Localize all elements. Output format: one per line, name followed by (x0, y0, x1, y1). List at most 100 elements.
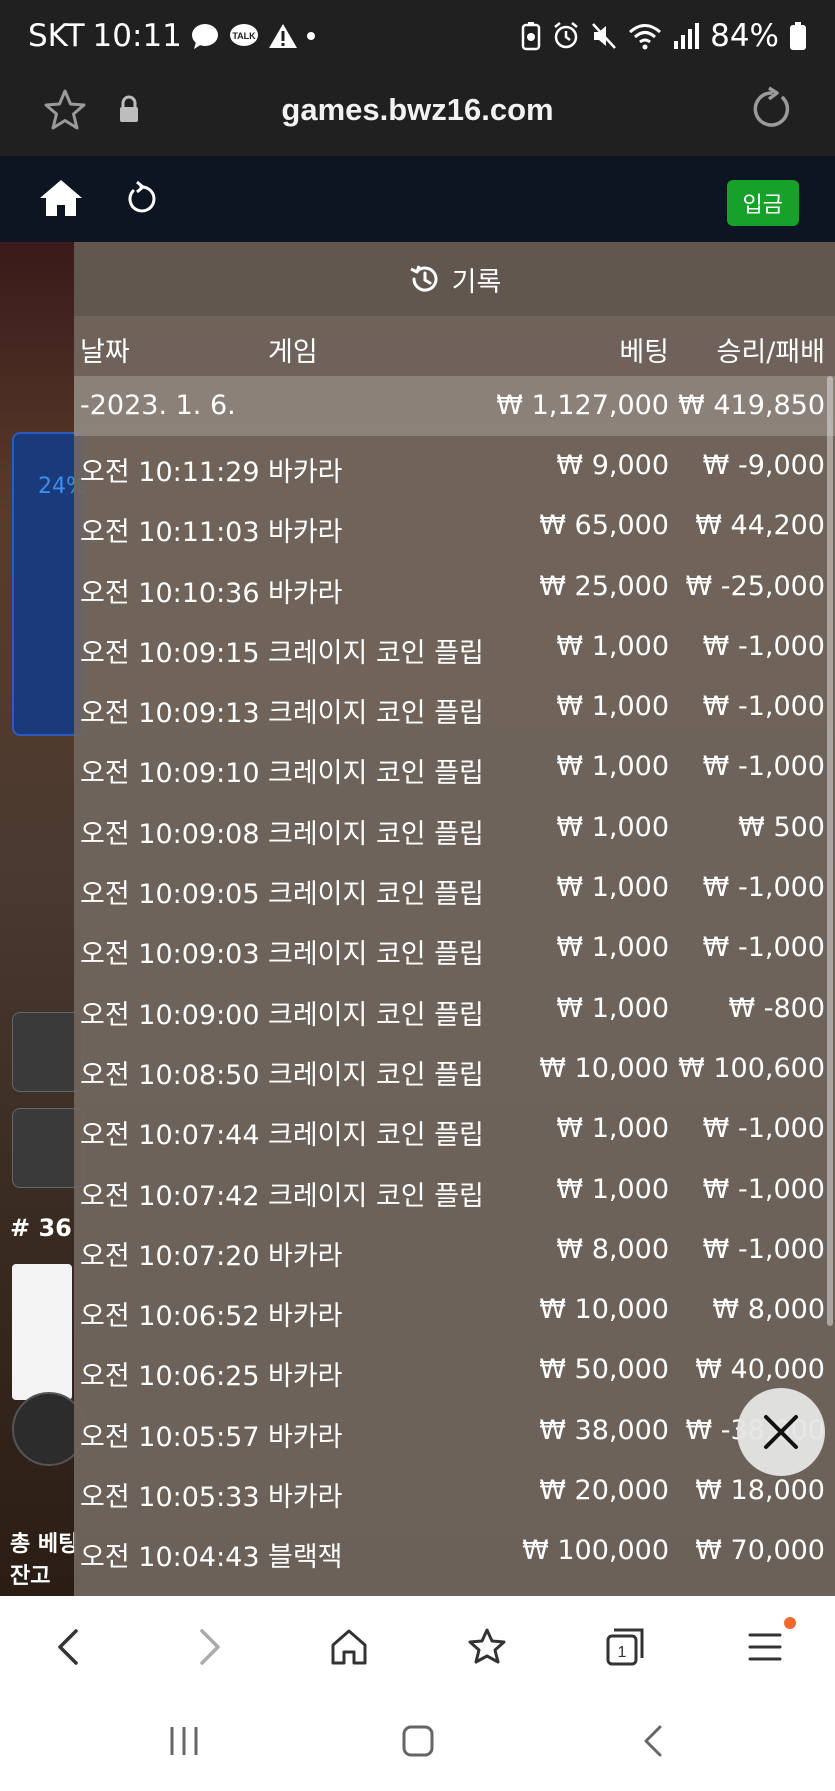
history-icon (409, 265, 438, 292)
row-game: 바카라 (268, 1301, 343, 1333)
refresh-icon[interactable] (124, 180, 158, 216)
row-bet: ₩ 8,000 (556, 1233, 669, 1265)
row-time: 오전 10:08:50 (80, 1059, 260, 1091)
row-result: ₩ 8,000 (712, 1294, 825, 1326)
recent-apps-icon[interactable] (166, 1723, 202, 1759)
history-row[interactable]: 오전 10:11:03 바카라 ₩ 65,000 ₩ 44,200 (74, 496, 835, 556)
row-bet: ₩ 65,000 (539, 510, 669, 542)
browser-url-bar: games.bwz16.com (0, 72, 835, 156)
row-time: 오전 10:05:33 (80, 1482, 260, 1514)
tabs-button[interactable]: 1 (600, 1622, 650, 1672)
row-game: 크레이지 코인 플립 (268, 698, 484, 730)
history-row[interactable]: 오전 10:09:15 크레이지 코인 플립 ₩ 1,000 ₩ -1,000 (74, 617, 835, 677)
bead-road (12, 1264, 72, 1400)
history-title-bar: 기록 (74, 242, 835, 316)
signal-icon (674, 23, 700, 49)
status-bar: SKT 10:11 TALK 84% (0, 0, 835, 72)
row-game: 크레이지 코인 플립 (268, 758, 484, 790)
history-row[interactable]: 오전 10:09:05 크레이지 코인 플립 ₩ 1,000 ₩ -1,000 (74, 858, 835, 918)
row-bet: ₩ 25,000 (539, 570, 669, 602)
game-nav-bar: 입금 (0, 156, 835, 242)
deposit-button[interactable]: 입금 (726, 180, 799, 226)
header-result: 승리/패배 (716, 337, 825, 368)
forward-button[interactable] (184, 1622, 234, 1672)
history-row[interactable]: 오전 10:11:29 바카라 ₩ 9,000 ₩ -9,000 (74, 436, 835, 496)
row-time: 오전 10:04:43 (80, 1542, 260, 1574)
row-bet: ₩ 9,000 (556, 450, 669, 481)
row-result: ₩ 100,600 (678, 1052, 825, 1084)
row-result: ₩ 70,000 (695, 1535, 825, 1567)
row-game: 바카라 (268, 517, 343, 549)
house-icon (331, 1629, 367, 1665)
history-row[interactable]: 오전 10:06:25 바카라 ₩ 50,000 ₩ 40,000 (74, 1340, 835, 1400)
row-result: ₩ -1,000 (702, 932, 825, 964)
row-result: ₩ -1,000 (702, 1233, 825, 1265)
history-row[interactable]: 오전 10:09:08 크레이지 코인 플립 ₩ 1,000 ₩ 500 (74, 798, 835, 858)
status-right: 84% (520, 18, 807, 54)
history-row[interactable]: 오전 10:07:20 바카라 ₩ 8,000 ₩ -1,000 (74, 1220, 835, 1280)
row-game: 바카라 (268, 1482, 343, 1514)
back-button[interactable] (44, 1622, 94, 1672)
history-row[interactable]: 오전 10:10:36 바카라 ₩ 25,000 ₩ -25,000 (74, 557, 835, 617)
close-button[interactable] (737, 1388, 825, 1476)
row-bet: ₩ 1,000 (556, 1113, 669, 1145)
url-text[interactable]: games.bwz16.com (0, 92, 835, 128)
row-result: ₩ -25,000 (685, 570, 826, 602)
row-bet: ₩ 1,000 (556, 630, 669, 662)
reload-icon[interactable] (747, 86, 793, 132)
history-row[interactable]: 오전 10:09:13 크레이지 코인 플립 ₩ 1,000 ₩ -1,000 (74, 677, 835, 737)
row-bet: ₩ 1,000 (556, 932, 669, 964)
row-bet: ₩ 1,000 (556, 811, 669, 843)
row-game: 크레이지 코인 플립 (268, 999, 484, 1031)
history-row[interactable]: 오전 10:07:44 크레이지 코인 플립 ₩ 1,000 ₩ -1,000 (74, 1099, 835, 1159)
system-nav-bar (0, 1693, 835, 1791)
warning-icon (268, 24, 297, 48)
notification-dot (784, 1617, 796, 1629)
row-result: ₩ -1,000 (702, 751, 825, 783)
row-time: 오전 10:09:03 (80, 939, 260, 971)
mute-icon (592, 23, 617, 49)
row-game: 크레이지 코인 플립 (268, 1120, 484, 1152)
status-left: SKT 10:11 TALK (28, 18, 316, 54)
history-row[interactable]: 오전 10:04:43 블랙잭 ₩ 100,000 ₩ 70,000 (74, 1521, 835, 1581)
history-row[interactable]: 오전 10:08:50 크레이지 코인 플립 ₩ 10,000 ₩ 100,600 (74, 1039, 835, 1099)
alarm-icon (554, 22, 578, 49)
summary-date: -2023. 1. 6. (80, 390, 236, 421)
row-result: ₩ 18,000 (695, 1475, 825, 1507)
row-game: 바카라 (268, 457, 343, 488)
history-row[interactable]: 오전 10:05:57바카라₩ 38,000₩ -38,000 (74, 1401, 835, 1461)
row-game: 바카라 (268, 577, 343, 609)
row-time: 오전 10:05:57 (80, 1421, 260, 1453)
clock: 10:11 (92, 18, 182, 54)
scrollbar[interactable] (827, 376, 833, 1326)
row-bet: ₩ 50,000 (539, 1354, 669, 1386)
home-icon[interactable] (38, 178, 84, 218)
chevron-left-icon (58, 1629, 78, 1665)
column-header-row: 날짜 게임 베팅 승리/패배 (74, 316, 835, 376)
close-icon (764, 1415, 798, 1449)
system-home-icon[interactable] (400, 1723, 436, 1759)
date-summary-row[interactable]: -2023. 1. 6. ₩ 1,127,000 ₩ 419,850 (74, 376, 835, 436)
history-row[interactable]: 오전 10:07:42 크레이지 코인 플립 ₩ 1,000 ₩ -1,000 (74, 1160, 835, 1220)
bookmarks-button[interactable] (462, 1622, 512, 1672)
row-result: ₩ -1,000 (702, 872, 825, 904)
history-row[interactable]: 오전 10:06:52 바카라 ₩ 10,000 ₩ 8,000 (74, 1280, 835, 1340)
row-time: 오전 10:06:52 (80, 1301, 260, 1333)
menu-button[interactable] (740, 1622, 790, 1672)
browser-home-button[interactable] (324, 1622, 374, 1672)
history-row[interactable]: 오전 10:09:03 크레이지 코인 플립 ₩ 1,000 ₩ -1,000 (74, 918, 835, 978)
chevron-right-icon (200, 1629, 220, 1665)
history-row[interactable]: 오전 10:09:10 크레이지 코인 플립 ₩ 1,000 ₩ -1,000 (74, 737, 835, 797)
battery-saver-icon (521, 22, 541, 51)
history-row[interactable]: 오전 10:09:00 크레이지 코인 플립 ₩ 1,000 ₩ -800 (74, 979, 835, 1039)
row-game: 바카라 (268, 1421, 343, 1453)
system-back-icon[interactable] (636, 1723, 672, 1759)
row-time: 오전 10:09:00 (80, 999, 260, 1031)
row-game: 바카라 (268, 1240, 343, 1272)
row-time: 오전 10:09:05 (80, 879, 260, 911)
message-icon (191, 24, 218, 49)
row-bet: ₩ 10,000 (539, 1294, 669, 1326)
row-game: 크레이지 코인 플립 (268, 1059, 484, 1091)
history-row[interactable]: 오전 10:05:33 바카라 ₩ 20,000 ₩ 18,000 (74, 1461, 835, 1521)
summary-result: ₩ 419,850 (678, 390, 825, 421)
